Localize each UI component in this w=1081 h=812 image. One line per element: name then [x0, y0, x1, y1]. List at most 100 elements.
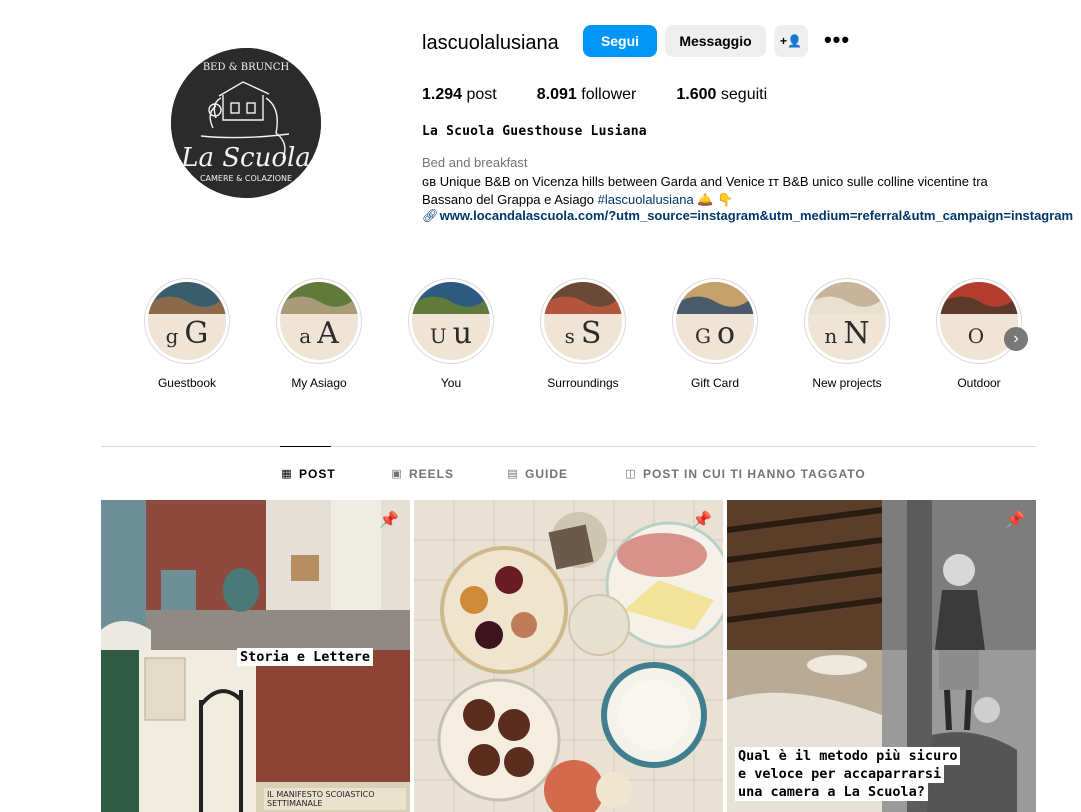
highlight-letter-small: g: [165, 324, 179, 348]
message-button[interactable]: Messaggio: [665, 25, 766, 57]
highlight-letters: Uu: [412, 316, 490, 351]
profile-category: Bed and breakfast: [422, 155, 528, 170]
bio-emoji: 🛎️ 👇: [693, 192, 734, 207]
tab-label: POST: [299, 467, 336, 481]
reels-icon: ▣: [391, 468, 403, 480]
highlight-letters: gG: [148, 316, 226, 351]
highlight-gift-card[interactable]: Go Gift Card: [665, 278, 765, 390]
highlight-guestbook[interactable]: g G Guestbook: [137, 278, 237, 390]
post-sign-text: IL MANIFESTO SCOIASTICO SETTIMANALE: [264, 788, 406, 810]
highlight-art: [148, 282, 226, 314]
highlight-art: [280, 282, 358, 314]
highlight-letter-big: u: [452, 316, 473, 351]
highlight-letter-big: o: [716, 316, 736, 351]
post-overlay-question: Qual è il metodo più sicuro e veloce per…: [735, 747, 961, 801]
highlight-letter-small: G: [694, 324, 711, 348]
profile-website-url: www.locandalascuola.com/?utm_source=inst…: [439, 208, 1074, 223]
highlight-art: [940, 282, 1018, 314]
highlight-art: [676, 282, 754, 314]
profile-avatar[interactable]: BED & BRUNCH La Scuola CAMERE & COLAZION…: [171, 48, 321, 198]
highlight-cover: O: [936, 278, 1022, 364]
highlight-cover-image: Go: [676, 282, 754, 360]
tab-guide[interactable]: ▤ GUIDE: [507, 467, 568, 481]
highlight-label: My Asiago: [291, 376, 347, 390]
following-count: 1.600: [676, 86, 717, 103]
highlight-cover-image: gG: [148, 282, 226, 360]
more-options-icon[interactable]: •••: [818, 24, 856, 56]
highlight-cover: Go: [672, 278, 758, 364]
profile-website-link[interactable]: 🔗︎ www.locandalascuola.com/?utm_source=i…: [422, 208, 1081, 224]
highlight-cover: Uu: [408, 278, 494, 364]
active-tab-indicator: [280, 446, 331, 447]
following-label: seguiti: [720, 86, 768, 103]
highlight-letter-small: s: [564, 324, 575, 348]
profile-stats: 1.294 post 8.091 follower 1.600 seguiti: [422, 86, 807, 104]
highlight-art: [412, 282, 490, 314]
post-tile[interactable]: Qual è il metodo più sicuro e veloce per…: [727, 500, 1036, 812]
logo-text-bottom: CAMERE & COLAZIONE: [200, 174, 292, 183]
highlight-cover: gG: [144, 278, 230, 364]
logo-text-main: La Scuola: [180, 143, 311, 173]
highlight-cover-image: aA: [280, 282, 358, 360]
tab-label: GUIDE: [525, 467, 569, 481]
bio-line-1: ɢʙ Unique B&B on Vicenza hills between G…: [422, 174, 988, 189]
highlight-surroundings[interactable]: s S Surroundings: [533, 278, 633, 390]
highlight-cover: aA: [276, 278, 362, 364]
person-add-icon[interactable]: +👤: [774, 25, 808, 57]
highlight-letter-small: O: [967, 324, 985, 348]
followers-label: follower: [581, 86, 637, 103]
highlight-letter-big: A: [317, 316, 339, 351]
highlight-label: Gift Card: [690, 376, 739, 390]
profile-bio: ɢʙ Unique B&B on Vicenza hills between G…: [422, 173, 1032, 209]
highlight-letter-big: S: [580, 316, 602, 351]
grid-icon: ▦: [281, 468, 293, 480]
followers-stat[interactable]: 8.091 follower: [537, 86, 637, 104]
highlight-cover: sS: [540, 278, 626, 364]
follow-button[interactable]: Segui: [583, 25, 657, 57]
highlight-letter-small: a: [299, 324, 312, 348]
highlight-letters: nN: [808, 316, 886, 351]
tagged-icon: ◫: [625, 468, 637, 480]
bio-hashtag[interactable]: #lascuolalusiana: [598, 192, 694, 207]
highlight-art: [544, 282, 622, 314]
highlight-letters: Go: [676, 316, 754, 351]
highlight-label: Surroundings: [547, 376, 619, 390]
post-image-breakfast: [414, 500, 723, 812]
tabs-divider: [101, 446, 1036, 447]
highlight-letter-big: N: [843, 316, 870, 351]
overlay-line-3: una camera a La Scuola?: [735, 783, 928, 801]
highlights-next-icon[interactable]: ›: [1004, 327, 1028, 351]
tab-reels[interactable]: ▣ REELS: [391, 467, 454, 481]
post-tile[interactable]: 📌: [414, 500, 723, 812]
overlay-line-2: e veloce per accaparrarsi: [735, 765, 945, 783]
pin-icon: 📌: [379, 512, 399, 529]
posts-stat: 1.294 post: [422, 86, 497, 104]
highlight-my-asiago[interactable]: a A My Asiago: [269, 278, 369, 390]
highlight-label: Outdoor: [957, 376, 1001, 390]
highlight-you[interactable]: Uu You: [401, 278, 501, 390]
profile-full-name: La Scuola Guesthouse Lusiana: [422, 124, 647, 139]
highlight-cover: nN: [804, 278, 890, 364]
highlight-cover-image: Uu: [412, 282, 490, 360]
highlight-letter-small: n: [824, 324, 838, 348]
posts-count: 1.294: [422, 86, 463, 103]
tab-post[interactable]: ▦ POST: [281, 467, 336, 481]
post-tile[interactable]: Storia e Lettere IL MANIFESTO SCOIASTICO…: [101, 500, 410, 812]
pin-icon: 📌: [1005, 512, 1025, 529]
pin-icon: 📌: [692, 512, 712, 529]
overlay-line-1: Qual è il metodo più sicuro: [735, 747, 961, 765]
guide-icon: ▤: [507, 468, 519, 480]
profile-username: lascuolalusiana: [422, 32, 559, 54]
bio-line-2-text: Bassano del Grappa e Asiago: [422, 192, 598, 207]
highlight-label: New projects: [812, 376, 882, 390]
highlight-cover-image: nN: [808, 282, 886, 360]
following-stat[interactable]: 1.600 seguiti: [676, 86, 767, 104]
highlight-letters: sS: [544, 316, 622, 351]
la-scuola-logo: BED & BRUNCH La Scuola CAMERE & COLAZION…: [171, 48, 321, 198]
link-icon: 🔗︎: [422, 208, 439, 223]
tab-post-in-cui-ti-hanno-taggato[interactable]: ◫ POST IN CUI TI HANNO TAGGATO: [625, 467, 866, 481]
highlight-new-projects[interactable]: n N New projects: [797, 278, 897, 390]
highlight-cover-image: O: [940, 282, 1018, 360]
highlight-label: You: [440, 376, 462, 390]
post-overlay-caption: Storia e Lettere: [237, 648, 374, 666]
